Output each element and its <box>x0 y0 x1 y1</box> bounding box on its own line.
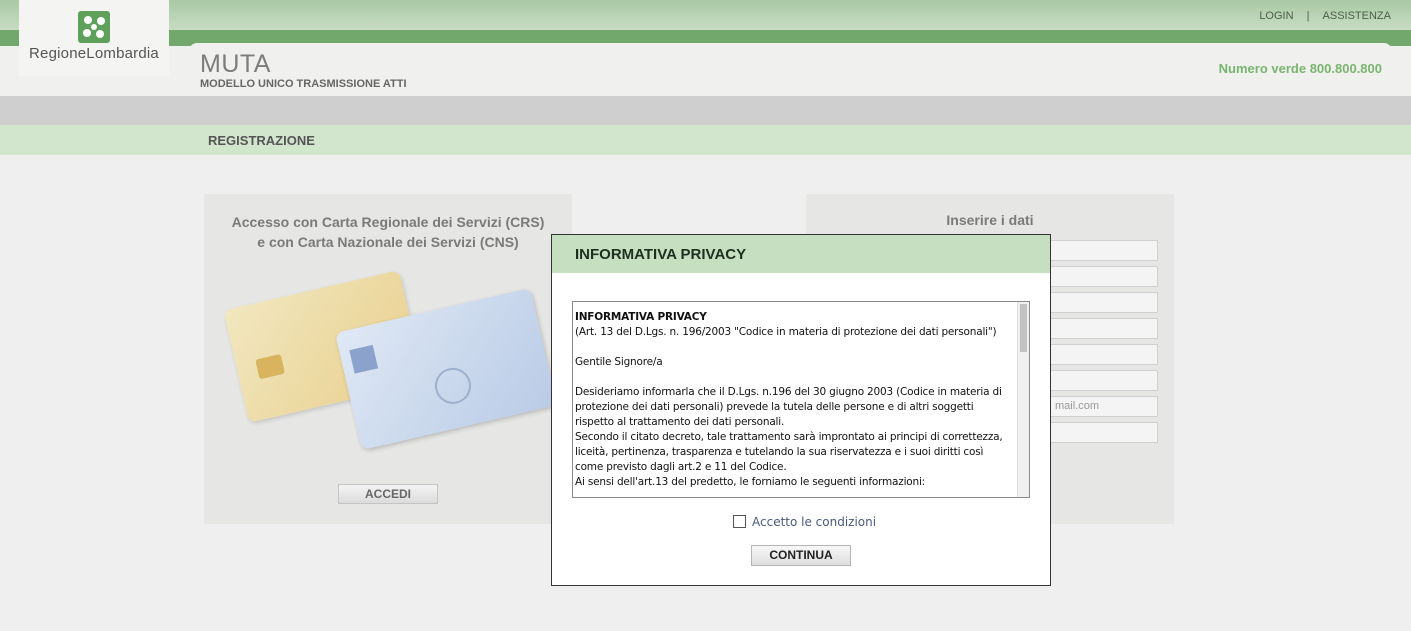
app-subtitle: MODELLO UNICO TRASMISSIONE ATTI <box>200 78 407 90</box>
privacy-dialog: INFORMATIVA PRIVACY INFORMATIVA PRIVACY … <box>551 234 1051 586</box>
email-field[interactable]: mail.com <box>1050 396 1158 417</box>
dialog-title: INFORMATIVA PRIVACY <box>575 246 747 263</box>
link-separator: | <box>1306 10 1310 22</box>
continua-button[interactable]: CONTINUA <box>751 545 851 566</box>
cards-illustration <box>223 264 557 454</box>
scrollbar-thumb[interactable] <box>1020 304 1027 352</box>
crs-title-line1: Accesso con Carta Regionale dei Servizi … <box>231 214 545 230</box>
regione-lombardia-logo[interactable]: RegioneLombardia <box>19 0 169 76</box>
phone-number: Numero verde 800.800.800 <box>1218 61 1382 76</box>
privacy-heading: INFORMATIVA PRIVACY <box>575 311 707 323</box>
accedi-button[interactable]: ACCEDI <box>338 484 438 504</box>
app-title: MUTA <box>200 50 271 78</box>
nav-band <box>0 96 1411 125</box>
privacy-paragraph-1: Desideriamo informarla che il D.Lgs. n.1… <box>575 386 1002 428</box>
top-links: LOGIN | ASSISTENZA <box>1259 10 1391 22</box>
privacy-text-area[interactable]: INFORMATIVA PRIVACY (Art. 13 del D.Lgs. … <box>572 301 1030 498</box>
text-scrollbar[interactable] <box>1017 302 1029 497</box>
chip-icon <box>255 353 286 380</box>
accept-conditions[interactable]: Accetto le condizioni <box>733 515 876 529</box>
login-link[interactable]: LOGIN <box>1259 10 1293 22</box>
top-bar <box>0 0 1411 30</box>
data-entry-title: Inserire i dati <box>946 212 1034 228</box>
crs-panel-title: Accesso con Carta Regionale dei Servizi … <box>204 212 572 252</box>
lombardia-rose-icon <box>78 11 110 43</box>
section-title: REGISTRAZIONE <box>208 133 315 148</box>
emblem-icon <box>431 364 475 408</box>
accept-checkbox[interactable] <box>733 515 746 528</box>
ts-logo-icon <box>349 344 379 374</box>
assistenza-link[interactable]: ASSISTENZA <box>1323 10 1391 22</box>
privacy-greeting: Gentile Signore/a <box>575 356 663 368</box>
accept-label: Accetto le condizioni <box>752 515 877 529</box>
privacy-paragraph-3: Ai sensi dell'art.13 del predetto, le fo… <box>575 476 926 488</box>
crs-title-line2: e con Carta Nazionale dei Servizi (CNS) <box>257 234 519 250</box>
privacy-text: INFORMATIVA PRIVACY (Art. 13 del D.Lgs. … <box>575 310 1011 490</box>
crs-access-panel: Accesso con Carta Regionale dei Servizi … <box>204 194 572 524</box>
privacy-reference: (Art. 13 del D.Lgs. n. 196/2003 "Codice … <box>575 326 997 338</box>
privacy-paragraph-2: Secondo il citato decreto, tale trattame… <box>575 431 1003 473</box>
brand-name: RegioneLombardia <box>29 45 159 62</box>
